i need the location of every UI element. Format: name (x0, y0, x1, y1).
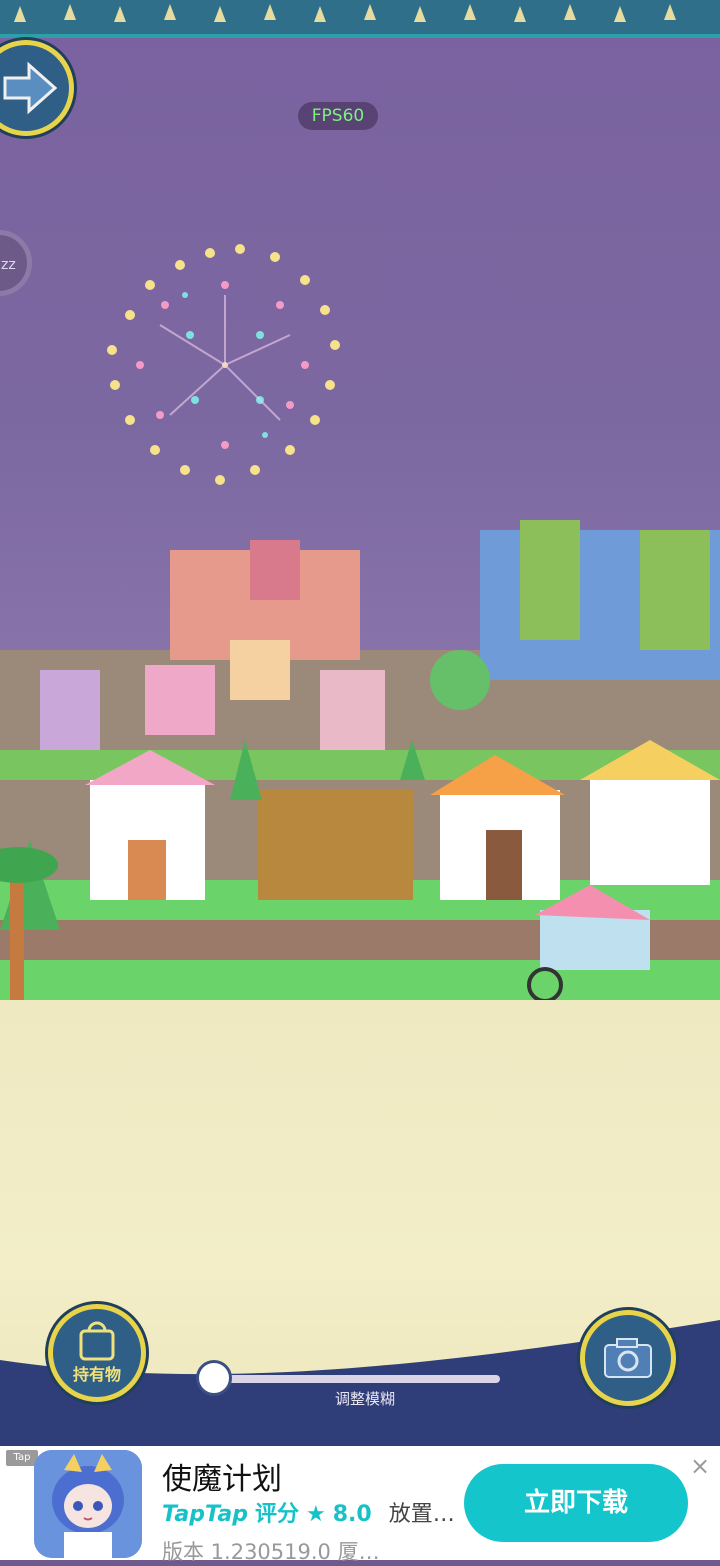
inventory-label: 持有物 (72, 1365, 121, 1384)
app-icon[interactable] (34, 1450, 142, 1558)
blur-slider-handle[interactable] (196, 1360, 232, 1396)
svg-text:zz: zz (1, 257, 16, 273)
arrow-right-icon (3, 61, 58, 115)
zzz-icon: zz (1, 257, 16, 273)
camera-button[interactable] (580, 1310, 676, 1406)
genre-text: 放置… (388, 1502, 455, 1527)
rating-row: TapTap 评分 ★ 8.0 放置… (162, 1496, 455, 1528)
rating-word: 评分 (254, 1502, 299, 1527)
version-text: 版本 1.230519.0 厦… (162, 1540, 380, 1564)
ad-banner[interactable]: Tap 使魔计划 TapTap 评分 ★ 8.0 放置… 版本 1.230519… (0, 1446, 720, 1564)
game-scene[interactable]: FPS60 zz 持有物 调整模糊 (0, 0, 720, 1446)
inventory-button[interactable]: 持有物 (48, 1304, 146, 1402)
close-icon[interactable]: × (688, 1454, 712, 1478)
fireworks (107, 244, 340, 485)
ad-tag: Tap (6, 1450, 38, 1466)
star-icon: ★ (306, 1502, 326, 1527)
town-scenery (0, 520, 720, 1020)
taptap-brand: TapTap (162, 1502, 248, 1527)
next-button[interactable] (0, 40, 74, 136)
rating-value: 8.0 (332, 1502, 372, 1527)
download-button[interactable]: 立即下载 (464, 1464, 688, 1542)
blur-slider-track[interactable] (210, 1375, 500, 1383)
fps-counter: FPS60 (298, 102, 378, 130)
blur-slider-label: 调整模糊 (334, 1390, 395, 1408)
app-character-icon (34, 1450, 142, 1558)
camera-icon (604, 1338, 652, 1378)
bunting-banner (0, 0, 720, 38)
app-title: 使魔计划 (162, 1462, 282, 1497)
